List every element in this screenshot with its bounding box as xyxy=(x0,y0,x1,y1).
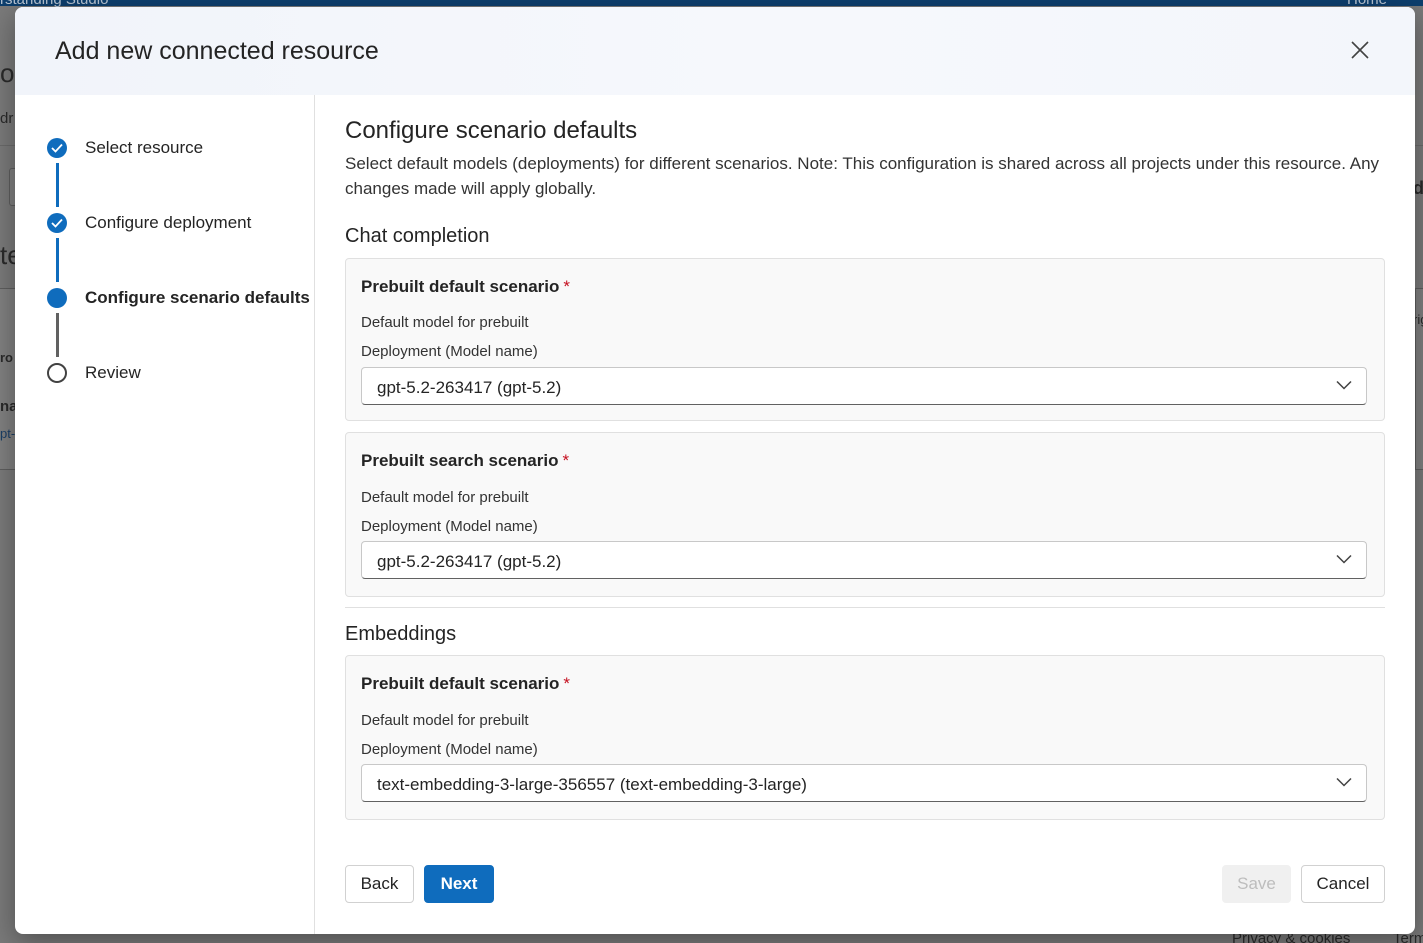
card-title-text: Prebuilt default scenario xyxy=(361,277,560,296)
close-icon xyxy=(1351,41,1369,59)
step-check-icon xyxy=(47,138,67,158)
select-value: gpt-5.2-263417 (gpt-5.2) xyxy=(377,378,562,397)
step-current-icon xyxy=(47,288,67,308)
step-label: Configure scenario defaults xyxy=(85,288,310,307)
back-button[interactable]: Back xyxy=(345,865,414,903)
next-button[interactable]: Next xyxy=(424,865,494,903)
card-subtitle: Default model for prebuilt xyxy=(361,712,529,729)
bg-link-fragment: pt- xyxy=(0,426,16,441)
chevron-down-icon xyxy=(1336,380,1352,390)
required-mark: * xyxy=(563,277,571,296)
save-button[interactable]: Save xyxy=(1222,865,1291,903)
card-title: Prebuilt default scenario * xyxy=(361,674,570,694)
chevron-down-icon xyxy=(1336,554,1352,564)
step-label: Review xyxy=(85,363,141,382)
deployment-select-chat-default[interactable]: gpt-5.2-263417 (gpt-5.2) xyxy=(361,367,1367,405)
select-value: gpt-5.2-263417 (gpt-5.2) xyxy=(377,552,562,571)
dialog-title: Add new connected resource xyxy=(55,37,379,65)
chat-completion-heading: Chat completion xyxy=(345,225,490,247)
field-label: Deployment (Model name) xyxy=(361,518,538,535)
bg-text-fragment: ro xyxy=(0,350,13,365)
step-connector xyxy=(56,238,59,282)
card-subtitle: Default model for prebuilt xyxy=(361,314,529,331)
card-subtitle: Default model for prebuilt xyxy=(361,489,529,506)
card-title-text: Prebuilt search scenario xyxy=(361,451,559,470)
section-divider xyxy=(345,607,1385,608)
embeddings-heading: Embeddings xyxy=(345,623,457,645)
wizard-stepper: Select resource Configure deployment Con… xyxy=(15,95,315,934)
deployment-select-embeddings-default[interactable]: text-embedding-3-large-356557 (text-embe… xyxy=(361,764,1367,802)
step-connector xyxy=(56,163,59,207)
prebuilt-search-chat-card: Prebuilt search scenario * Default model … xyxy=(345,432,1385,597)
page-title: Configure scenario defaults xyxy=(345,117,638,144)
field-label: Deployment (Model name) xyxy=(361,741,538,758)
close-button[interactable] xyxy=(1345,35,1375,65)
step-check-icon xyxy=(47,213,67,233)
cancel-button[interactable]: Cancel xyxy=(1301,865,1385,903)
bg-text-fragment: o xyxy=(0,58,15,88)
card-title-text: Prebuilt default scenario xyxy=(361,674,560,693)
bg-divider xyxy=(1415,145,1423,146)
card-title: Prebuilt default scenario * xyxy=(361,277,570,297)
page-description: Select default models (deployments) for … xyxy=(345,154,1380,198)
step-connector xyxy=(56,313,59,357)
deployment-select-chat-search[interactable]: gpt-5.2-263417 (gpt-5.2) xyxy=(361,541,1367,579)
bg-text-fragment: dr xyxy=(0,110,14,127)
bg-divider xyxy=(0,145,15,146)
select-value: text-embedding-3-large-356557 (text-embe… xyxy=(377,775,807,794)
field-label: Deployment (Model name) xyxy=(361,343,538,360)
prebuilt-default-embeddings-card: Prebuilt default scenario * Default model… xyxy=(345,655,1385,820)
prebuilt-default-chat-card: Prebuilt default scenario * Default model… xyxy=(345,258,1385,421)
required-mark: * xyxy=(563,674,571,693)
required-mark: * xyxy=(562,451,570,470)
add-connected-resource-dialog: Add new connected resource Select resour… xyxy=(15,7,1415,934)
app-top-bar xyxy=(0,0,1423,6)
step-label: Configure deployment xyxy=(85,213,252,232)
card-title: Prebuilt search scenario * xyxy=(361,451,569,471)
step-label: Select resource xyxy=(85,138,204,157)
dialog-header: Add new connected resource xyxy=(15,7,1415,95)
chevron-down-icon xyxy=(1336,777,1352,787)
step-pending-icon xyxy=(47,363,67,383)
